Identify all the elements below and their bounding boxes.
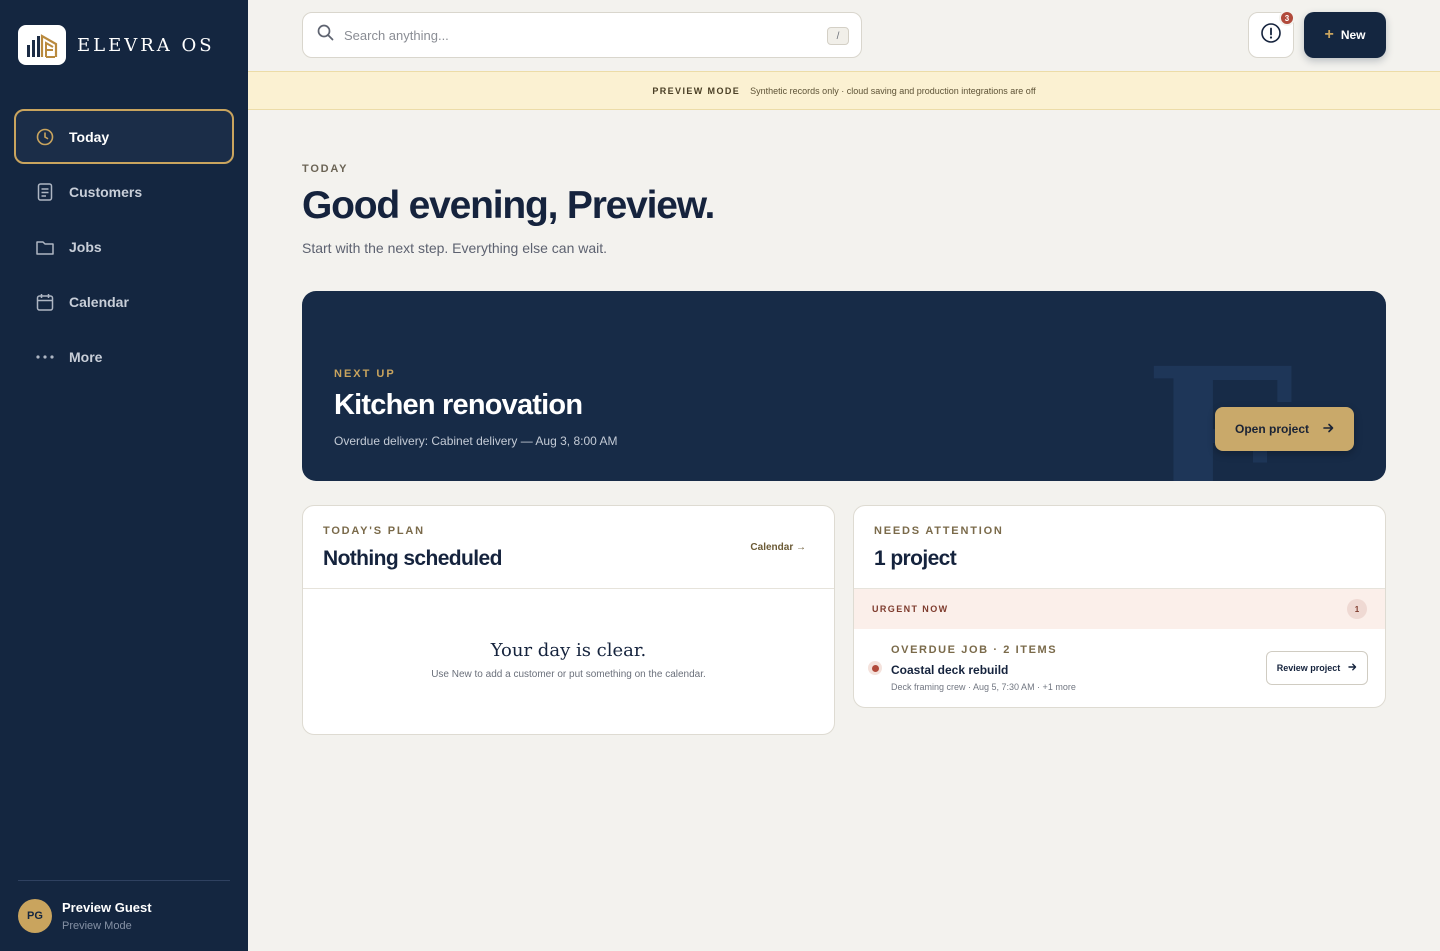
notifications-button[interactable]: 3 <box>1248 10 1295 58</box>
sidebar-item-label: More <box>69 348 103 365</box>
sidebar-item-label: Customers <box>69 183 143 200</box>
sidebar-item-label: Calendar <box>69 293 129 310</box>
more-icon <box>35 347 55 367</box>
card-title: Nothing scheduled <box>323 547 502 570</box>
user-role: Preview Mode <box>62 920 132 932</box>
next-up-card: E NEXT UP Kitchen renovation Overdue del… <box>302 291 1386 481</box>
preview-banner: PREVIEW MODE Synthetic records only · cl… <box>248 71 1440 110</box>
preview-banner-label: PREVIEW MODE <box>652 85 741 96</box>
card-eyebrow: NEEDS ATTENTION <box>874 525 1004 537</box>
job-title: Coastal deck rebuild <box>891 663 1009 677</box>
open-project-label: Open project <box>1234 422 1309 436</box>
page-title: Good evening, Preview. <box>302 184 715 227</box>
urgent-label: URGENT NOW <box>872 604 949 614</box>
new-button-label: New <box>1340 28 1366 42</box>
arrow-right-icon <box>1348 663 1357 673</box>
sidebar-item-label: Jobs <box>69 238 102 255</box>
brand-logo-icon <box>18 25 66 65</box>
sidebar-item-calendar[interactable]: Calendar <box>14 274 234 329</box>
preview-banner-text: Synthetic records only · cloud saving an… <box>750 85 1036 96</box>
page-eyebrow: TODAY <box>302 163 349 175</box>
page-subtitle: Start with the next step. Everything els… <box>302 240 608 256</box>
sidebar-nav: Today Customers Jobs Calendar More <box>14 109 234 384</box>
hero-subtitle: Overdue delivery: Cabinet delivery — Aug… <box>334 434 618 448</box>
empty-state-subtitle: Use New to add a customer or put somethi… <box>431 669 706 680</box>
notification-badge: 3 <box>1279 10 1295 26</box>
user-profile[interactable]: PG Preview Guest Preview Mode <box>18 899 152 933</box>
card-title: 1 project <box>874 547 957 570</box>
search-shortcut-key: / <box>827 27 849 45</box>
calendar-link[interactable]: Calendar → <box>750 542 806 553</box>
status-dot-icon <box>868 661 882 675</box>
job-eyebrow: OVERDUE JOB · 2 ITEMS <box>891 644 1058 656</box>
sidebar-item-customers[interactable]: Customers <box>14 164 234 219</box>
empty-state-title: Your day is clear. <box>490 640 647 661</box>
clock-icon <box>35 127 55 147</box>
sidebar-item-more[interactable]: More <box>14 329 234 384</box>
new-button[interactable]: + New <box>1304 12 1386 58</box>
brand[interactable]: ELEVRA OS <box>18 25 215 65</box>
calendar-icon <box>35 292 55 312</box>
needs-attention-card: NEEDS ATTENTION 1 project URGENT NOW 1 O… <box>853 505 1386 708</box>
brand-name: ELEVRA OS <box>77 34 215 56</box>
job-meta: Deck framing crew · Aug 5, 7:30 AM · +1 … <box>891 682 1076 692</box>
folder-icon <box>35 237 55 257</box>
list-item[interactable]: OVERDUE JOB · 2 ITEMS Coastal deck rebui… <box>854 629 1385 707</box>
info-icon <box>1260 22 1282 49</box>
urgent-section-header: URGENT NOW 1 <box>854 589 1385 629</box>
document-icon <box>35 182 55 202</box>
card-eyebrow: TODAY'S PLAN <box>323 525 425 537</box>
arrow-right-icon <box>1323 422 1334 436</box>
avatar: PG <box>18 899 52 933</box>
user-name: Preview Guest <box>62 900 152 915</box>
search-input[interactable] <box>344 27 804 43</box>
sidebar-item-jobs[interactable]: Jobs <box>14 219 234 274</box>
search-bar[interactable]: / <box>302 12 862 58</box>
hero-title: Kitchen renovation <box>334 389 583 421</box>
review-project-label: Review project <box>1276 663 1341 673</box>
review-project-button[interactable]: Review project <box>1266 651 1368 685</box>
search-icon <box>317 24 334 46</box>
hero-eyebrow: NEXT UP <box>334 368 396 380</box>
sidebar: ELEVRA OS Today Customers Jobs Calendar <box>0 0 248 951</box>
sidebar-item-today[interactable]: Today <box>14 109 234 164</box>
todays-plan-card: TODAY'S PLAN Nothing scheduled Calendar … <box>302 505 835 735</box>
plus-icon: + <box>1324 26 1334 43</box>
open-project-button[interactable]: Open project <box>1215 407 1354 451</box>
sidebar-item-label: Today <box>69 128 110 145</box>
urgent-count-badge: 1 <box>1347 599 1367 619</box>
sidebar-divider <box>18 880 230 881</box>
